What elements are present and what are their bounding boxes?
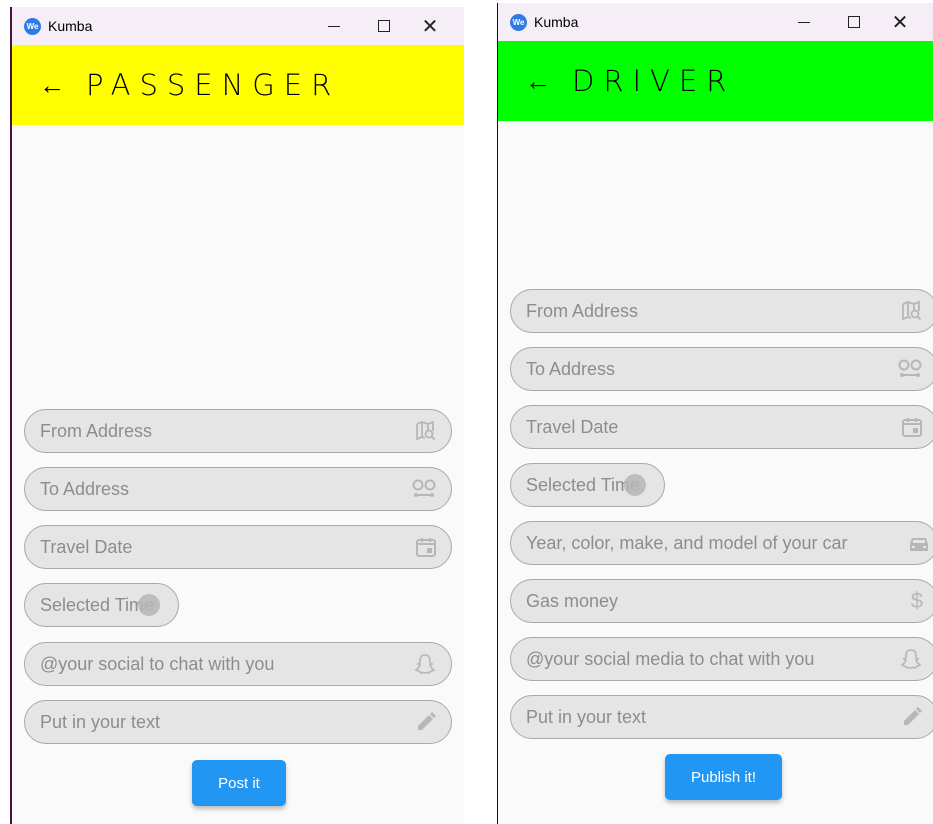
text-placeholder: Put in your text (526, 706, 647, 727)
calendar-icon (901, 416, 923, 438)
window-title: Kumba (534, 14, 579, 30)
page-title: DRIVER (572, 64, 736, 98)
text-field[interactable]: Put in your text (510, 695, 933, 739)
route-icon (411, 477, 437, 501)
travel-date-field[interactable]: Travel Date (24, 525, 452, 569)
snapchat-icon (899, 647, 923, 671)
pencil-icon (901, 706, 923, 728)
pencil-icon (415, 711, 437, 733)
from-address-field[interactable]: From Address (510, 289, 933, 333)
title-bar: We Kumba ✕ (12, 7, 464, 45)
car-field[interactable]: Year, color, make, and model of your car (510, 521, 933, 565)
to-address-placeholder: To Address (40, 478, 130, 499)
to-address-field[interactable]: To Address (510, 347, 933, 391)
app-bar: ← DRIVER (498, 41, 933, 121)
minimize-button[interactable] (784, 3, 824, 41)
window-title: Kumba (48, 18, 93, 34)
maximize-icon (378, 20, 390, 32)
from-address-placeholder: From Address (40, 420, 153, 441)
calendar-icon (415, 536, 437, 558)
minimize-button[interactable] (314, 7, 354, 45)
from-address-field[interactable]: From Address (24, 409, 452, 453)
text-field[interactable]: Put in your text (24, 700, 452, 744)
car-icon (907, 532, 931, 554)
close-button[interactable]: ✕ (410, 7, 450, 45)
snapchat-icon (413, 652, 437, 676)
from-address-placeholder: From Address (526, 300, 639, 321)
title-bar: We Kumba ✕ (498, 3, 933, 41)
back-button[interactable]: ← (518, 61, 558, 101)
gas-money-field[interactable]: Gas money $ (510, 579, 933, 623)
selected-time-placeholder: Selected Time (526, 474, 641, 495)
dollar-icon: $ (910, 588, 923, 613)
minimize-icon (328, 25, 340, 27)
gas-money-placeholder: Gas money (526, 590, 619, 611)
post-button[interactable]: Post it (192, 760, 286, 806)
maximize-icon (848, 16, 860, 28)
driver-window: We Kumba ✕ ← DRIVER From Address To Addr… (497, 3, 933, 824)
time-picker-knob[interactable] (624, 474, 646, 496)
route-icon (897, 357, 923, 381)
app-bar: ← PASSENGER (12, 45, 464, 125)
social-field[interactable]: @your social to chat with you (24, 642, 452, 686)
social-placeholder: @your social media to chat with you (526, 648, 815, 669)
app-logo-icon: We (24, 17, 41, 35)
to-address-field[interactable]: To Address (24, 467, 452, 511)
minimize-icon (798, 21, 810, 23)
text-placeholder: Put in your text (40, 711, 161, 732)
maximize-button[interactable] (364, 7, 404, 45)
back-button[interactable]: ← (32, 65, 72, 105)
page-title: PASSENGER (86, 68, 341, 102)
maximize-button[interactable] (834, 3, 874, 41)
publish-button[interactable]: Publish it! (665, 754, 782, 800)
close-icon: ✕ (421, 15, 439, 38)
selected-time-field[interactable]: Selected Time (24, 583, 179, 627)
travel-date-field[interactable]: Travel Date (510, 405, 933, 449)
app-logo-icon: We (510, 13, 527, 31)
social-placeholder: @your social to chat with you (40, 653, 275, 674)
map-search-icon (899, 299, 923, 323)
selected-time-field[interactable]: Selected Time (510, 463, 665, 507)
social-field[interactable]: @your social media to chat with you (510, 637, 933, 681)
time-picker-knob[interactable] (138, 594, 160, 616)
car-placeholder: Year, color, make, and model of your car (526, 532, 848, 553)
close-icon: ✕ (891, 11, 909, 34)
map-search-icon (413, 419, 437, 443)
to-address-placeholder: To Address (526, 358, 616, 379)
back-arrow-icon: ← (525, 65, 551, 96)
back-arrow-icon: ← (39, 69, 65, 100)
selected-time-placeholder: Selected Time (40, 594, 155, 615)
passenger-window: We Kumba ✕ ← PASSENGER From Address To A… (10, 7, 464, 824)
close-button[interactable]: ✕ (880, 3, 920, 41)
travel-date-placeholder: Travel Date (526, 416, 619, 437)
travel-date-placeholder: Travel Date (40, 536, 133, 557)
